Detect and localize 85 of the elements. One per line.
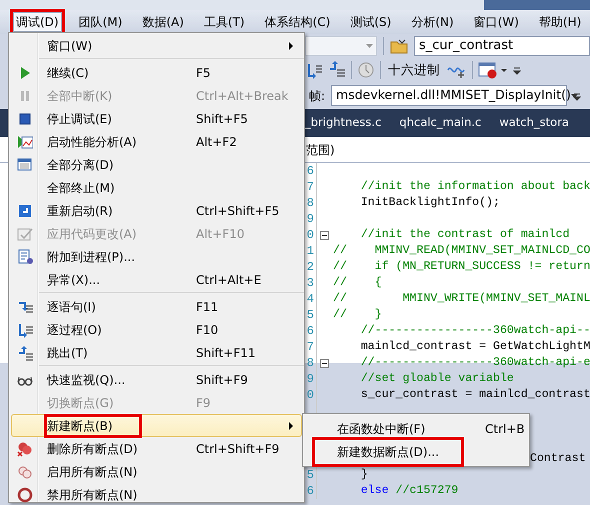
collapse-icon[interactable] <box>320 230 328 240</box>
line-number: 1 <box>306 244 314 258</box>
code-line: //-----------------360watch-api-- <box>360 324 590 337</box>
line-number: 3 <box>306 276 314 290</box>
breakpoint-ring-icon <box>17 486 33 502</box>
code-line: // } <box>333 308 382 321</box>
menu-item[interactable]: 在函数处中断(F) Ctrl+B <box>305 417 527 440</box>
combo-box[interactable] <box>305 36 377 56</box>
code-line: else //c157279 <box>360 484 458 497</box>
line-number: 8 <box>306 356 314 370</box>
hex-button[interactable]: 十六进制 <box>386 60 442 80</box>
menu-item[interactable]: 继续(C) F5 <box>11 61 302 84</box>
line-number: 9 <box>306 372 314 386</box>
line-number: 5 <box>306 468 314 482</box>
step-out-icon <box>17 344 33 360</box>
menu-item[interactable]: 全部终止(M) <box>11 176 302 199</box>
menu-item[interactable]: 跳出(T) Shift+F11 <box>11 341 302 364</box>
menu-item[interactable]: 启动性能分析(A) Alt+F2 <box>11 130 302 153</box>
code-line: s_cur_contrast = mainlcd_contrast <box>360 388 590 401</box>
menu-item[interactable]: 停止调试(E) Shift+F5 <box>11 107 302 130</box>
grid-icon <box>17 156 33 172</box>
window-breakpoint-icon[interactable] <box>478 61 508 79</box>
menu-item[interactable]: 重新启动(R) Ctrl+Shift+F5 <box>11 199 302 222</box>
file-tab[interactable]: _brightness.c <box>305 114 382 132</box>
code-line: mainlcd_contrast = GetWatchLightM <box>360 340 590 353</box>
checklist-icon <box>17 226 33 242</box>
code-line: // if (MN_RETURN_SUCCESS != return <box>333 260 590 273</box>
code-line: } <box>360 468 368 481</box>
line-number: 7 <box>306 340 314 354</box>
file-tab[interactable]: watch_stora <box>499 114 569 132</box>
code-line: InitBacklightInfo(); <box>360 196 500 209</box>
menu-item[interactable]: 异常(X)... Ctrl+Alt+E <box>11 268 302 291</box>
menu-item[interactable]: 团队(M) <box>72 9 128 35</box>
chart-icon <box>17 134 33 150</box>
menu-item[interactable]: 体系结构(C) <box>258 9 336 35</box>
find-field[interactable]: s_cur_contrast <box>414 36 590 56</box>
step-over-icon[interactable] <box>305 61 323 79</box>
gear-document-icon <box>17 248 33 264</box>
menu-item[interactable]: 逐过程(O) F10 <box>11 318 302 341</box>
collapse-icon[interactable] <box>320 358 328 368</box>
menu-item[interactable]: 工具(T) <box>198 9 251 35</box>
frame-label: 帧: <box>309 88 326 104</box>
menu-item[interactable]: 全部分离(D) <box>11 153 302 176</box>
line-number: 6 <box>306 164 314 178</box>
dropdown-icon <box>366 44 373 48</box>
menu-item[interactable]: 禁用所有断点(N) <box>11 483 302 505</box>
line-number: 9 <box>306 212 314 226</box>
menu-item[interactable]: 逐语句(I) F11 <box>11 295 302 318</box>
code-line: //-----------------360watch-api-e <box>360 356 590 369</box>
menu-item[interactable]: 附加到进程(P)... <box>11 245 302 268</box>
line-number: 6 <box>306 324 314 338</box>
line-number: 2 <box>306 260 314 274</box>
menu-item[interactable]: 快速监视(Q)... Shift+F9 <box>11 368 302 391</box>
menu-item[interactable]: 帮助(H) <box>532 9 588 35</box>
line-number: 5 <box>306 308 314 322</box>
folder-icon[interactable] <box>390 38 408 54</box>
menu-item[interactable]: 启用所有断点(N) <box>11 460 302 483</box>
code-line: // MMINV_READ(MMINV_SET_MAINLCD_CO <box>333 244 590 257</box>
code-line: //init the information about back <box>360 180 590 193</box>
menu-item[interactable]: 删除所有断点(D) Ctrl+Shift+F9 <box>11 437 302 460</box>
stop-icon <box>17 110 33 126</box>
scope-text: 范围) <box>306 143 335 157</box>
code-line: //init the contrast of mainlcd <box>360 228 570 241</box>
code-line: //set gloable variable <box>360 372 514 385</box>
line-number: 0 <box>306 228 314 242</box>
file-tab[interactable]: qhcalc_main.c <box>399 114 482 132</box>
delete-breakpoints-icon <box>17 440 33 456</box>
menu-item[interactable]: 分析(N) <box>405 9 460 35</box>
menu-item[interactable]: 窗口(W) <box>468 9 525 35</box>
code-line: // MMINV_WRITE(MMINV_SET_MAINL <box>333 292 590 305</box>
line-number: 0 <box>306 388 314 402</box>
line-number: 4 <box>306 292 314 306</box>
step-out-icon[interactable] <box>328 61 346 79</box>
step-over-icon <box>17 322 33 338</box>
menu-item[interactable]: 数据(A) <box>136 9 190 35</box>
menu-item[interactable]: 测试(S) <box>344 9 398 35</box>
line-number: 6 <box>306 484 314 498</box>
code-line: Contrast <box>530 452 586 465</box>
restart-icon <box>17 202 33 218</box>
menu-item[interactable]: 窗口(W) <box>11 34 302 57</box>
line-number: 7 <box>306 180 314 194</box>
menu-item[interactable]: 新建断点(B) <box>11 414 302 437</box>
line-number: 8 <box>306 196 314 210</box>
code-line: // { <box>333 276 382 289</box>
breakpoints-icon <box>17 464 33 480</box>
